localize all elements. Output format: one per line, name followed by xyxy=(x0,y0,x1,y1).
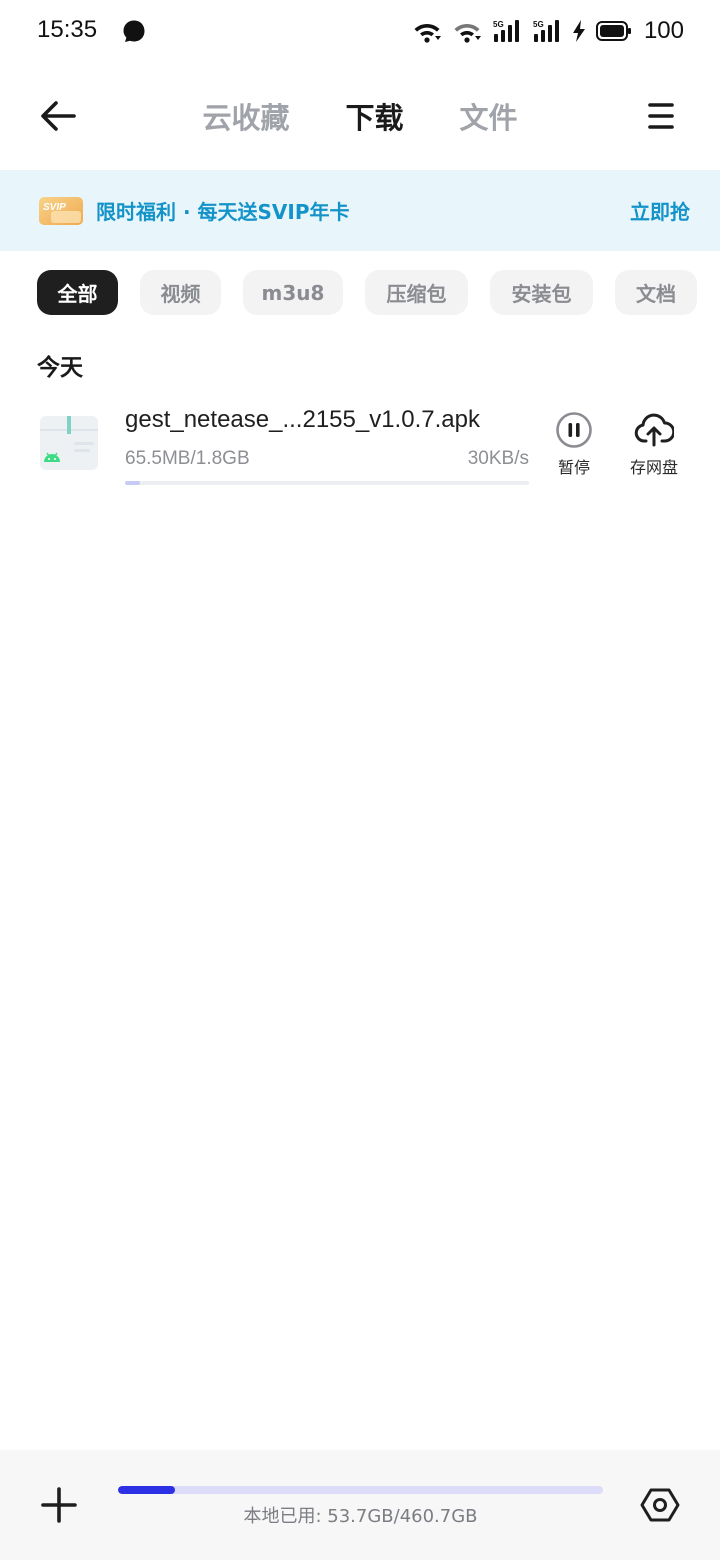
save-to-cloud-button[interactable]: 存网盘 xyxy=(614,410,694,480)
filter-chip-video[interactable]: 视频 xyxy=(140,270,221,315)
menu-icon[interactable] xyxy=(646,100,676,132)
promo-action-link[interactable]: 立即抢 xyxy=(630,196,690,225)
filter-chip-all[interactable]: 全部 xyxy=(37,270,118,315)
settings-hexagon-icon[interactable] xyxy=(640,1485,680,1525)
svip-badge-text: SVIP xyxy=(43,202,66,213)
svg-text:5G: 5G xyxy=(533,20,544,29)
filter-chip-archive[interactable]: 压缩包 xyxy=(365,270,468,315)
chat-bubble-icon xyxy=(123,20,145,42)
download-speed: 30KB/s xyxy=(467,448,529,469)
svip-card-icon: SVIP xyxy=(39,197,83,225)
signal-5g-icon: 5G xyxy=(493,20,519,42)
filter-chips: 全部 视频 m3u8 压缩包 安装包 文档 xyxy=(37,270,697,315)
tab-files[interactable]: 文件 xyxy=(432,95,546,137)
save-to-cloud-label: 存网盘 xyxy=(629,458,678,477)
status-icons: 5G 5G 100 xyxy=(412,14,684,48)
status-bar: 15:35 5G 5G 100 xyxy=(0,0,720,62)
apk-file-icon xyxy=(40,416,98,470)
file-name: gest_netease_...2155_v1.0.7.apk xyxy=(125,406,480,433)
storage-usage-text: 本地已用: 53.7GB/460.7GB xyxy=(243,1506,478,1527)
header: 云收藏 下载 文件 xyxy=(0,62,720,170)
download-progress-bar xyxy=(125,481,529,485)
download-item[interactable]: gest_netease_...2155_v1.0.7.apk 65.5MB/1… xyxy=(0,400,720,500)
tab-downloads[interactable]: 下载 xyxy=(317,95,431,137)
storage-usage-bar xyxy=(118,1486,603,1494)
wifi-icon xyxy=(414,24,441,43)
pause-icon xyxy=(556,412,592,448)
promo-text: 限时福利 · 每天送SVIP年卡 xyxy=(96,200,350,224)
section-title-today: 今天 xyxy=(37,355,83,381)
tab-bar: 云收藏 下载 文件 xyxy=(0,62,720,170)
battery-level: 100 xyxy=(643,17,684,44)
download-progress-fill xyxy=(125,481,140,485)
tab-cloud-favorites[interactable]: 云收藏 xyxy=(174,95,317,137)
svg-text:5G: 5G xyxy=(493,20,504,29)
filter-chip-m3u8[interactable]: m3u8 xyxy=(243,270,343,315)
wifi-download-icon xyxy=(454,24,481,43)
cloud-upload-icon xyxy=(634,413,674,447)
filter-chip-document[interactable]: 文档 xyxy=(615,270,697,315)
filter-chip-installer[interactable]: 安装包 xyxy=(490,270,593,315)
charging-icon xyxy=(572,20,585,42)
file-size: 65.5MB/1.8GB xyxy=(125,448,250,469)
battery-icon xyxy=(595,21,631,41)
storage-usage-fill xyxy=(118,1486,175,1494)
pause-label: 暂停 xyxy=(557,458,590,477)
promo-banner[interactable]: SVIP 限时福利 · 每天送SVIP年卡 立即抢 xyxy=(0,170,720,251)
signal-5g-icon: 5G xyxy=(533,20,559,42)
bottom-bar: 本地已用: 53.7GB/460.7GB xyxy=(0,1450,720,1560)
pause-button[interactable]: 暂停 xyxy=(534,410,614,480)
status-time: 15:35 xyxy=(37,16,98,43)
add-icon[interactable] xyxy=(39,1485,79,1525)
